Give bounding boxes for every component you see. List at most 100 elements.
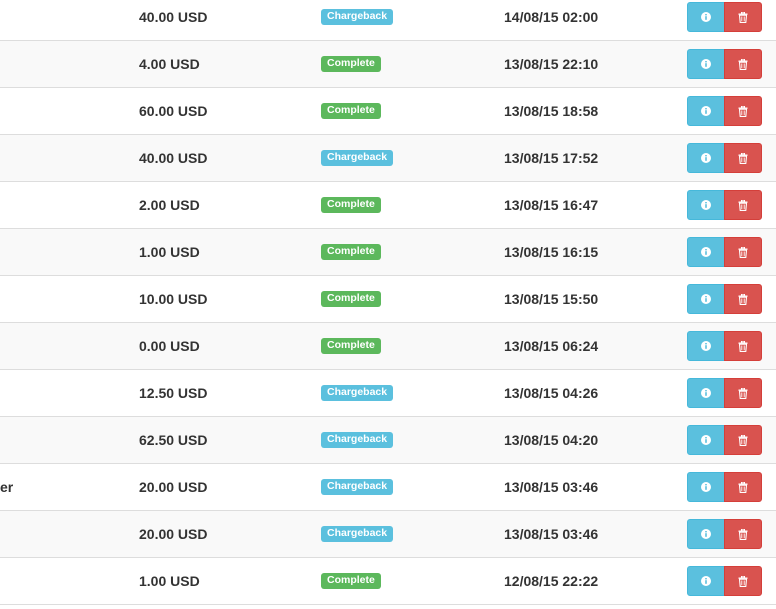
status-badge: Chargeback <box>321 150 394 166</box>
delete-button[interactable] <box>724 472 762 502</box>
info-icon <box>701 341 711 351</box>
trash-icon <box>738 528 748 540</box>
info-button[interactable] <box>687 237 725 267</box>
customer-name-cell <box>0 417 120 463</box>
delete-button[interactable] <box>724 378 762 408</box>
amount-cell: 1.00 USD <box>139 244 200 260</box>
delete-button[interactable] <box>724 566 762 596</box>
trash-icon <box>738 387 748 399</box>
info-button[interactable] <box>687 143 725 173</box>
status-badge: Chargeback <box>321 9 394 25</box>
table-row: 20.00 USD Chargeback 13/08/15 03:46 <box>0 511 776 558</box>
table-row: 12.50 USD Chargeback 13/08/15 04:26 <box>0 370 776 417</box>
delete-button[interactable] <box>724 425 762 455</box>
customer-name-cell <box>0 229 120 275</box>
delete-button[interactable] <box>724 49 762 79</box>
status-badge: Complete <box>321 56 381 72</box>
delete-button[interactable] <box>724 237 762 267</box>
trash-icon <box>738 58 748 70</box>
customer-name-cell <box>0 323 120 369</box>
info-button[interactable] <box>687 190 725 220</box>
table-row: 40.00 USD Chargeback 14/08/15 02:00 <box>0 0 776 41</box>
delete-button[interactable] <box>724 96 762 126</box>
info-icon <box>701 106 711 116</box>
amount-cell: 20.00 USD <box>139 479 208 495</box>
trash-icon <box>738 199 748 211</box>
info-icon <box>701 59 711 69</box>
amount-cell: 62.50 USD <box>139 432 208 448</box>
date-cell: 13/08/15 22:10 <box>504 56 599 72</box>
table-row: 2.00 USD Complete 13/08/15 16:47 <box>0 182 776 229</box>
status-badge: Complete <box>321 338 381 354</box>
status-badge: Chargeback <box>321 385 394 401</box>
row-actions <box>687 417 776 463</box>
table-row: er 20.00 USD Chargeback 13/08/15 03:46 <box>0 464 776 511</box>
customer-name-cell <box>0 370 120 416</box>
amount-cell: 4.00 USD <box>139 56 200 72</box>
info-icon <box>701 435 711 445</box>
delete-button[interactable] <box>724 190 762 220</box>
table-row: 60.00 USD Complete 13/08/15 18:58 <box>0 88 776 135</box>
info-button[interactable] <box>687 378 725 408</box>
amount-cell: 1.00 USD <box>139 573 200 589</box>
customer-name-cell <box>0 558 120 604</box>
table-row: 40.00 USD Chargeback 13/08/15 17:52 <box>0 135 776 182</box>
row-actions <box>687 511 776 557</box>
row-actions <box>687 182 776 228</box>
info-button[interactable] <box>687 425 725 455</box>
customer-name-cell <box>0 182 120 228</box>
trash-icon <box>738 575 748 587</box>
info-button[interactable] <box>687 96 725 126</box>
status-badge: Chargeback <box>321 479 394 495</box>
customer-name-cell <box>0 511 120 557</box>
info-icon <box>701 200 711 210</box>
table-row: 1.00 USD Complete 12/08/15 22:22 <box>0 558 776 605</box>
delete-button[interactable] <box>724 519 762 549</box>
amount-cell: 40.00 USD <box>139 9 208 25</box>
trash-icon <box>738 11 748 23</box>
amount-cell: 20.00 USD <box>139 526 208 542</box>
transactions-table: 40.00 USD Chargeback 14/08/15 02:00 4.00… <box>0 0 776 605</box>
table-row: 10.00 USD Complete 13/08/15 15:50 <box>0 276 776 323</box>
info-icon <box>701 12 711 22</box>
info-icon <box>701 388 711 398</box>
info-icon <box>701 576 711 586</box>
info-button[interactable] <box>687 331 725 361</box>
info-icon <box>701 294 711 304</box>
delete-button[interactable] <box>724 284 762 314</box>
date-cell: 13/08/15 03:46 <box>504 526 599 542</box>
row-actions <box>687 41 776 87</box>
delete-button[interactable] <box>724 331 762 361</box>
amount-cell: 40.00 USD <box>139 150 208 166</box>
customer-name-cell <box>0 135 120 181</box>
customer-name-cell: er <box>0 479 14 495</box>
info-button[interactable] <box>687 566 725 596</box>
date-cell: 13/08/15 16:47 <box>504 197 599 213</box>
info-icon <box>701 247 711 257</box>
info-button[interactable] <box>687 472 725 502</box>
date-cell: 13/08/15 17:52 <box>504 150 599 166</box>
delete-button[interactable] <box>724 2 762 32</box>
trash-icon <box>738 434 748 446</box>
table-row: 0.00 USD Complete 13/08/15 06:24 <box>0 323 776 370</box>
info-button[interactable] <box>687 284 725 314</box>
date-cell: 13/08/15 18:58 <box>504 103 599 119</box>
info-button[interactable] <box>687 49 725 79</box>
status-badge: Chargeback <box>321 526 394 542</box>
row-actions <box>687 229 776 275</box>
info-button[interactable] <box>687 2 725 32</box>
row-actions <box>687 88 776 134</box>
trash-icon <box>738 105 748 117</box>
customer-name-cell <box>0 0 120 40</box>
table-row: 62.50 USD Chargeback 13/08/15 04:20 <box>0 417 776 464</box>
row-actions <box>687 370 776 416</box>
delete-button[interactable] <box>724 143 762 173</box>
row-actions <box>687 323 776 369</box>
status-badge: Complete <box>321 103 381 119</box>
customer-name-cell <box>0 41 120 87</box>
date-cell: 13/08/15 16:15 <box>504 244 599 260</box>
trash-icon <box>738 152 748 164</box>
amount-cell: 60.00 USD <box>139 103 208 119</box>
info-button[interactable] <box>687 519 725 549</box>
amount-cell: 0.00 USD <box>139 338 200 354</box>
